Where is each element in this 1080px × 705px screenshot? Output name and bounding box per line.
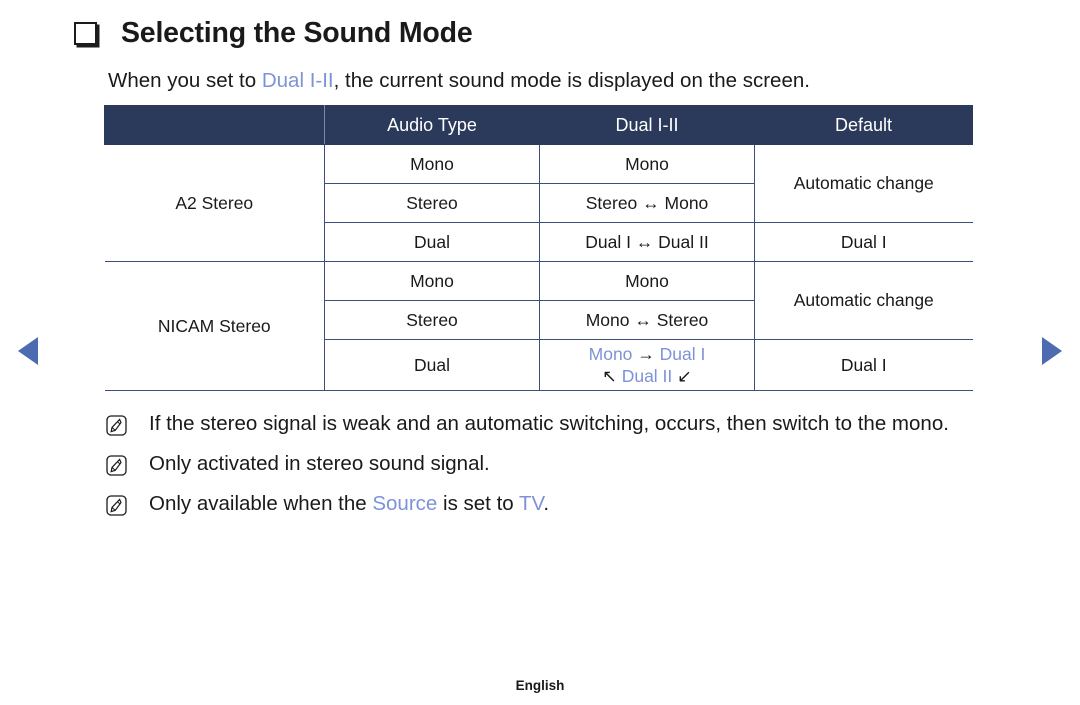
cell-audio-type: Mono	[324, 144, 540, 184]
cell-audio-standard: NICAM Stereo	[104, 261, 325, 391]
note-pencil-icon	[106, 495, 127, 516]
note-item: If the stereo signal is weak and an auto…	[106, 409, 1016, 438]
cell-audio-type: Dual	[324, 222, 540, 262]
cell-dual-mode: Mono ↔ Stereo	[539, 300, 755, 340]
cell-dual-mode-multiline: Mono → Dual I ↖ Dual II ↙	[539, 339, 755, 391]
cell-audio-type: Stereo	[324, 183, 540, 223]
page-title: Selecting the Sound Mode	[121, 17, 473, 49]
table-header-dual: Dual I-II	[539, 105, 755, 145]
note-highlight-source: Source	[372, 492, 438, 516]
cell-default: Automatic change	[754, 261, 973, 340]
cell-dual-mode: Dual I ↔ Dual II	[539, 222, 755, 262]
cell-dual-mode: Mono	[539, 261, 755, 301]
cell-default: Dual I	[754, 339, 973, 391]
note-text-suffix: .	[543, 492, 550, 516]
table-row: A2 Stereo Mono Mono Automatic change	[104, 144, 973, 262]
page-content: Selecting the Sound Mode When you set to…	[0, 0, 1080, 529]
intro-text-before: When you set to	[108, 69, 262, 92]
cell-default: Dual I	[754, 222, 973, 262]
notes-list: If the stereo signal is weak and an auto…	[106, 409, 1016, 518]
note-text: Only activated in stereo sound signal.	[149, 452, 490, 476]
cell-audio-standard: A2 Stereo	[104, 144, 325, 262]
dual-mode-line-2: ↖ Dual II ↙	[540, 365, 754, 387]
intro-highlight-dual: Dual I-II	[261, 69, 334, 92]
note-pencil-icon	[106, 415, 127, 436]
dual-mode-line-1: Mono → Dual I	[540, 343, 754, 365]
intro-paragraph: When you set to Dual I-II, the current s…	[108, 69, 1080, 93]
table-row: NICAM Stereo Mono Mono Automatic change	[104, 261, 973, 391]
table-header-blank	[104, 105, 325, 145]
table-head: Audio Type Dual I-II Default	[104, 105, 973, 145]
arrow-right-icon: →	[637, 343, 655, 364]
page-title-row: Selecting the Sound Mode	[74, 17, 1080, 50]
table-header-audio-type: Audio Type	[324, 105, 540, 145]
note-pencil-icon	[106, 455, 127, 476]
note-text: Only available when the Source is set to…	[149, 489, 549, 518]
note-item: Only activated in stereo sound signal.	[106, 449, 1016, 478]
arrow-up-left-icon: ↖	[602, 366, 617, 386]
cell-default: Automatic change	[754, 144, 973, 223]
arrow-down-left-icon: ↙	[677, 366, 692, 386]
dual-line1-from: Mono	[588, 343, 638, 364]
sound-mode-table: Audio Type Dual I-II Default A2 Stereo M…	[104, 105, 973, 391]
cell-audio-type: Mono	[324, 261, 540, 301]
cell-dual-mode: Stereo ↔ Mono	[539, 183, 755, 223]
dual-line1-to: Dual I	[654, 343, 706, 364]
table-body: A2 Stereo Mono Mono Automatic change Ste…	[104, 144, 973, 391]
note-highlight-tv: TV	[519, 492, 544, 516]
note-text-prefix: Only available when the	[149, 492, 373, 516]
sound-mode-table-wrapper: Audio Type Dual I-II Default A2 Stereo M…	[104, 105, 973, 391]
square-bullet-icon	[74, 22, 97, 45]
table-header-default: Default	[754, 105, 973, 145]
cell-audio-type: Stereo	[324, 300, 540, 340]
dual-line2-label: Dual II	[616, 366, 678, 386]
note-item: Only available when the Source is set to…	[106, 489, 1016, 518]
cell-dual-mode: Mono	[539, 144, 755, 184]
intro-text-after: , the current sound mode is displayed on…	[333, 69, 810, 92]
note-text-middle: is set to	[437, 492, 519, 516]
table-header-row: Audio Type Dual I-II Default	[104, 105, 973, 145]
note-text: If the stereo signal is weak and an auto…	[149, 412, 949, 435]
cell-audio-type: Dual	[324, 339, 540, 391]
footer-language: English	[515, 678, 565, 693]
